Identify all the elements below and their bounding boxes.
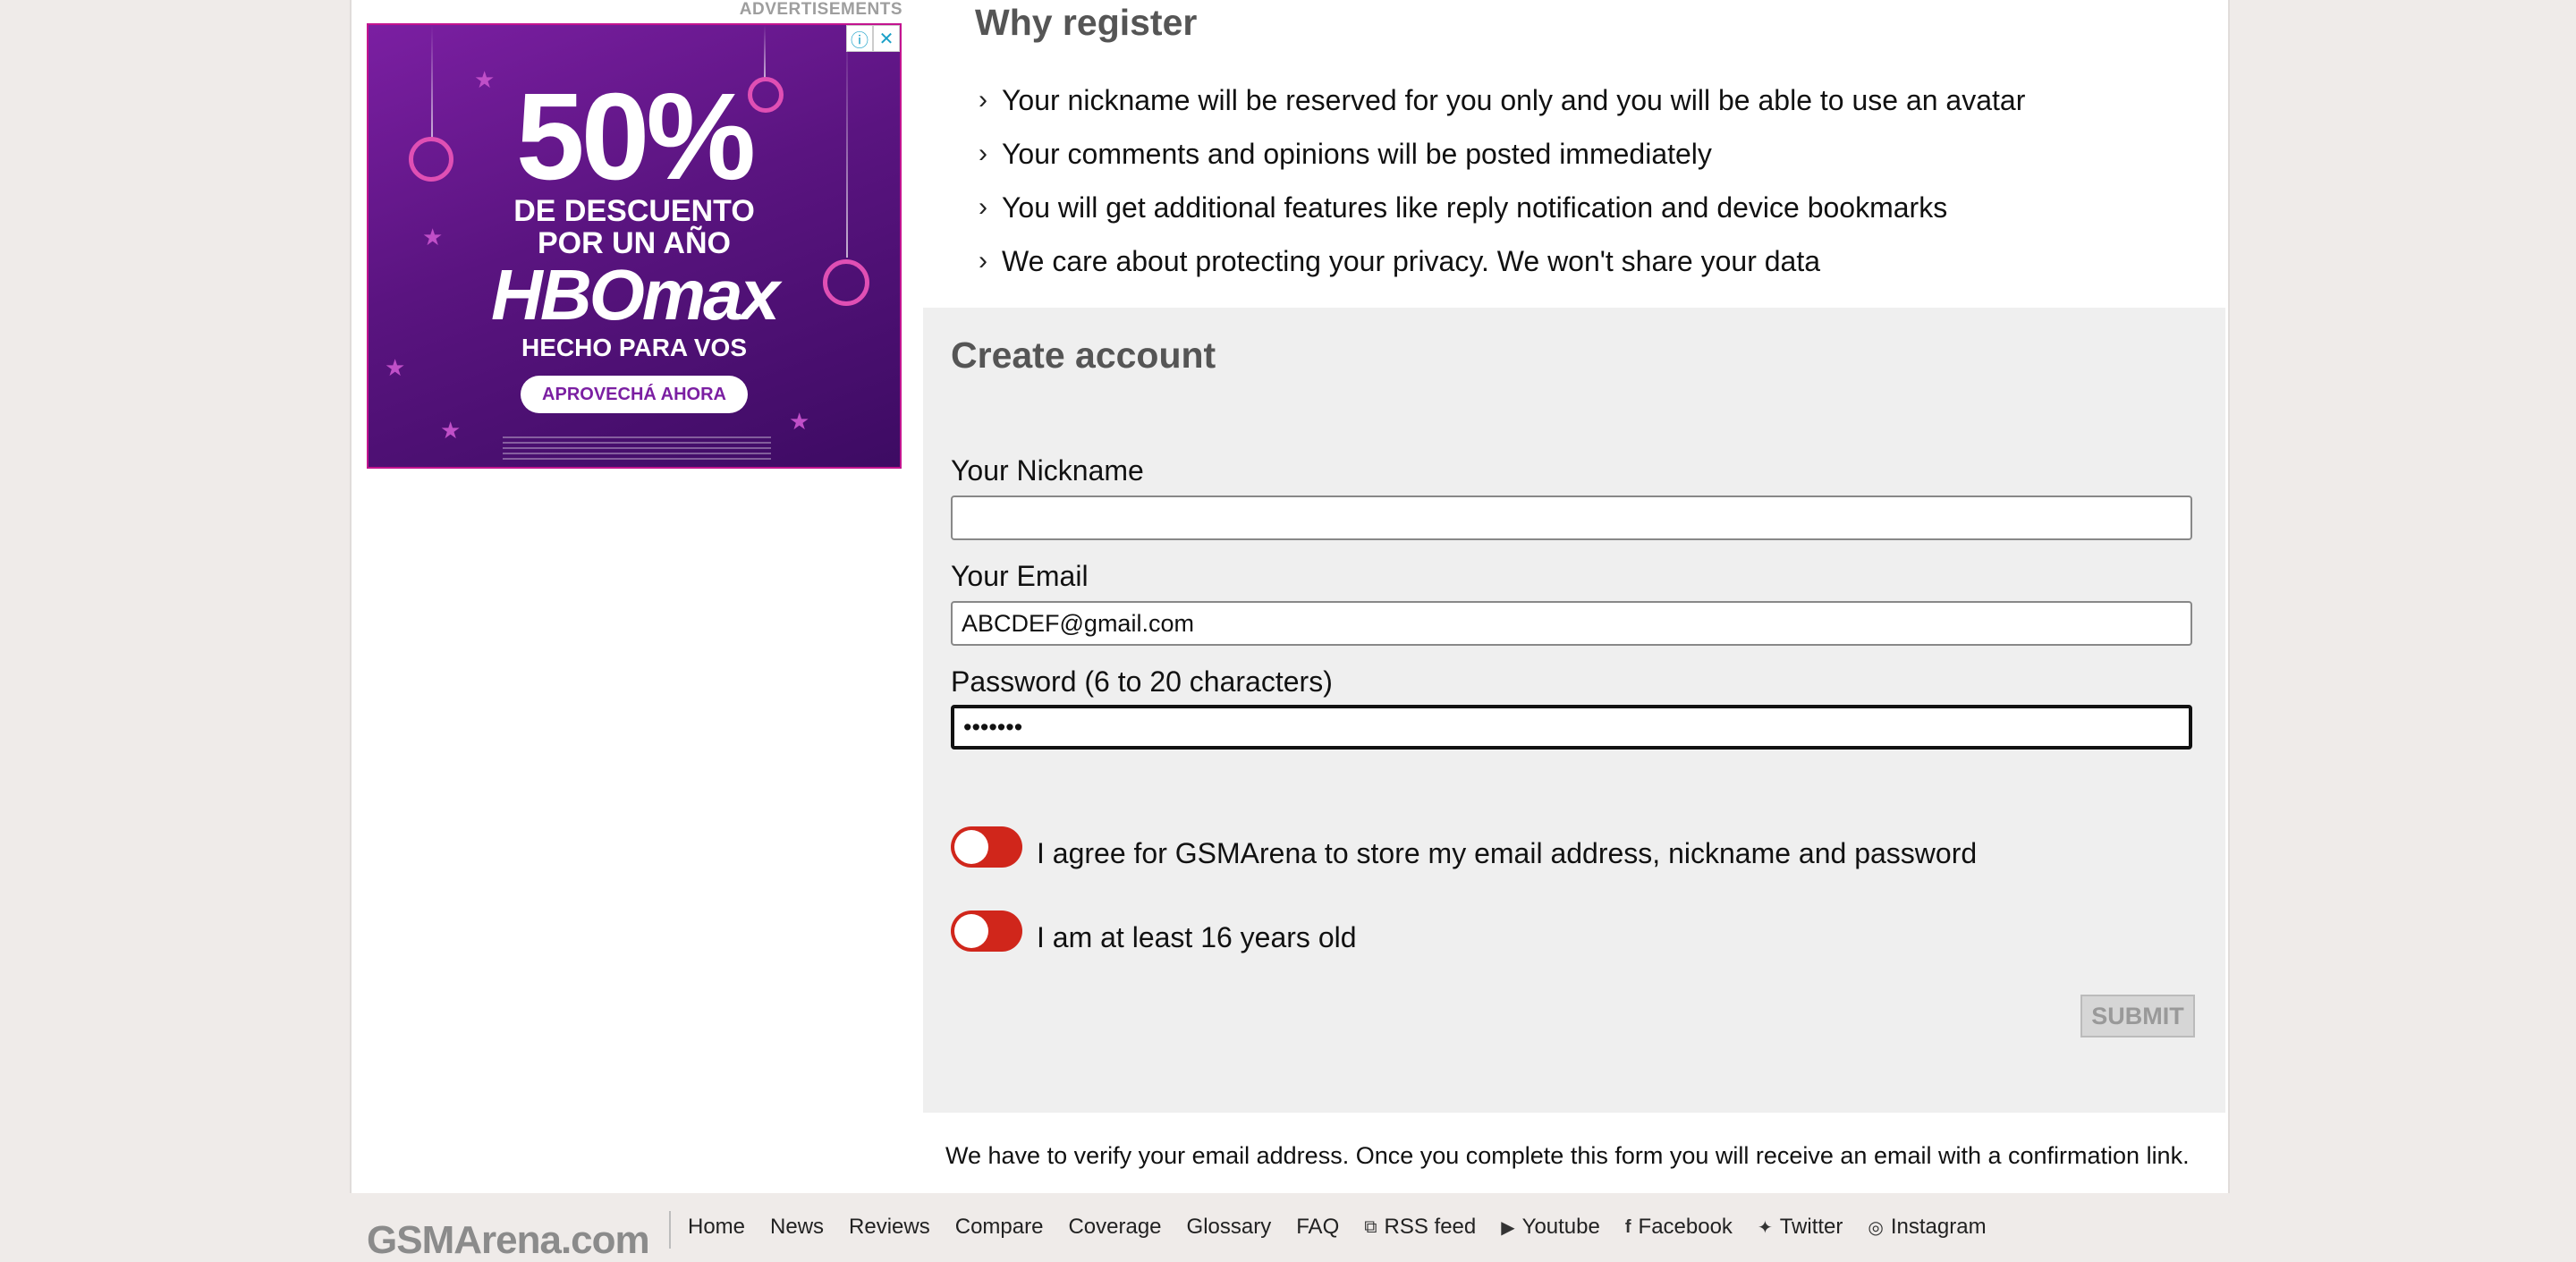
rss-icon: ⧉ [1364, 1216, 1377, 1237]
password-label: Password (6 to 20 characters) [951, 665, 1333, 698]
list-item: › You will get additional features like r… [979, 181, 2025, 234]
footer-link-facebook[interactable]: f Facebook [1625, 1215, 1733, 1240]
footer-logo[interactable]: GSMArena.com [367, 1221, 650, 1260]
ad-controls: ⓘ ✕ [846, 25, 900, 52]
footer-link-label: FAQ [1296, 1215, 1340, 1239]
ad-fine-print [503, 436, 771, 463]
footer-link-faq[interactable]: FAQ [1296, 1215, 1339, 1240]
verify-email-note: We have to verify your email address. On… [945, 1142, 2190, 1169]
footer-link-glossary[interactable]: Glossary [1187, 1215, 1272, 1240]
footer-nav: Home News Reviews Compare Coverage Gloss… [688, 1215, 2012, 1240]
chevron-right-icon: › [979, 85, 987, 114]
footer-link-label: Glossary [1186, 1215, 1272, 1239]
footer-link-home[interactable]: Home [688, 1215, 745, 1240]
ad-brand-logo: HBOmax [491, 255, 780, 335]
agree-label: I agree for GSMArena to store my email a… [1037, 837, 1978, 869]
ad-star-icon: ★ [789, 408, 810, 435]
facebook-icon: f [1624, 1216, 1631, 1237]
footer-link-label: Youtube [1521, 1215, 1600, 1239]
footer-link-rss[interactable]: ⧉ RSS feed [1364, 1215, 1476, 1240]
why-register-list: › Your nickname will be reserved for you … [979, 73, 2025, 288]
list-item-text: Your comments and opinions will be poste… [1002, 137, 1712, 170]
ad-decor-line [764, 25, 766, 79]
footer-link-instagram[interactable]: ◎ Instagram [1868, 1215, 1986, 1240]
footer-link-label: Twitter [1779, 1215, 1843, 1239]
footer-link-label: Coverage [1068, 1215, 1162, 1239]
youtube-icon: ▶ [1501, 1217, 1515, 1238]
advertisement-banner[interactable]: ★ ★ ★ ★ ★ 50% DE DESCUENTO POR UN AÑO HB… [367, 23, 902, 469]
list-item: › Your nickname will be reserved for you … [979, 73, 2025, 127]
form-title: Create account [951, 335, 1216, 376]
footer-link-coverage[interactable]: Coverage [1068, 1215, 1161, 1240]
footer-link-twitter[interactable]: ✦ Twitter [1758, 1215, 1843, 1240]
footer-divider [669, 1211, 671, 1249]
footer-link-label: RSS feed [1384, 1215, 1477, 1239]
footer-link-label: Facebook [1638, 1215, 1733, 1239]
close-icon[interactable]: ✕ [873, 25, 900, 52]
advertisements-label: ADVERTISEMENTS [739, 0, 902, 19]
chevron-right-icon: › [979, 246, 987, 275]
ad-star-icon: ★ [440, 417, 462, 444]
chevron-right-icon: › [979, 192, 987, 222]
footer-link-label: Reviews [849, 1215, 930, 1239]
list-item-text: Your nickname will be reserved for you o… [1002, 83, 2026, 116]
submit-button[interactable]: SUBMIT [2080, 995, 2195, 1038]
footer-link-label: News [770, 1215, 825, 1239]
footer-link-reviews[interactable]: Reviews [849, 1215, 930, 1240]
why-register-title: Why register [975, 2, 1198, 43]
nickname-input[interactable] [951, 495, 2192, 540]
footer-link-label: Instagram [1890, 1215, 1987, 1239]
ad-subheadline: DE DESCUENTO POR UN AÑO [369, 195, 900, 259]
password-input[interactable] [951, 705, 2192, 750]
ad-tagline: HECHO PARA VOS [521, 334, 748, 361]
nickname-label: Your Nickname [951, 454, 1144, 487]
chevron-right-icon: › [979, 139, 987, 168]
twitter-icon: ✦ [1757, 1217, 1773, 1238]
list-item-text: We care about protecting your privacy. W… [1002, 244, 1821, 277]
footer-link-label: Home [688, 1215, 746, 1239]
footer-link-news[interactable]: News [770, 1215, 824, 1240]
list-item: › We care about protecting your privacy. … [979, 234, 2025, 288]
ad-cta-button[interactable]: APROVECHÁ AHORA [521, 376, 748, 413]
instagram-icon: ◎ [1868, 1217, 1884, 1238]
agree-toggle[interactable] [951, 826, 1022, 868]
email-input[interactable] [951, 601, 2192, 646]
info-icon[interactable]: ⓘ [846, 25, 873, 52]
footer-link-youtube[interactable]: ▶ Youtube [1501, 1215, 1600, 1240]
list-item-text: You will get additional features like re… [1002, 191, 1948, 224]
age-label: I am at least 16 years old [1037, 921, 1357, 953]
ad-line1: DE DESCUENTO [513, 194, 755, 228]
age-toggle[interactable] [951, 911, 1022, 952]
email-label: Your Email [951, 560, 1089, 592]
list-item: › Your comments and opinions will be post… [979, 127, 2025, 181]
create-account-form: Create account Your Nickname Your Email … [923, 308, 2225, 1113]
footer-link-compare[interactable]: Compare [955, 1215, 1044, 1240]
ad-headline: 50% [515, 68, 756, 206]
footer-link-label: Compare [954, 1215, 1044, 1239]
